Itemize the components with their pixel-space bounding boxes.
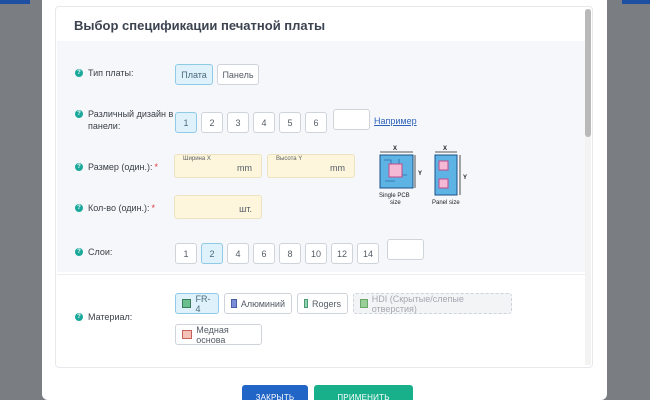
width-x-input[interactable]: Ширина X mm	[174, 154, 262, 178]
designs-option-4[interactable]: 4	[253, 112, 275, 133]
panel-x-label: X	[443, 146, 447, 152]
height-y-tag: Высота Y	[276, 156, 303, 162]
help-icon[interactable]: ?	[75, 110, 83, 118]
spec-panel: Выбор спецификации печатной платы ? Тип …	[55, 6, 593, 368]
height-y-unit: mm	[330, 163, 345, 173]
aluminum-icon	[231, 299, 237, 308]
designs-label-line2: панели:	[88, 121, 121, 131]
designs-option-2[interactable]: 2	[201, 112, 223, 133]
layers-option-2[interactable]: 2	[201, 243, 223, 264]
required-mark: *	[151, 203, 156, 213]
material-option-fr4[interactable]: FR-4	[175, 293, 219, 314]
help-icon[interactable]: ?	[75, 163, 83, 171]
required-mark: *	[154, 162, 159, 172]
fr4-icon	[182, 299, 192, 308]
help-icon[interactable]: ?	[75, 313, 83, 321]
close-button[interactable]: ЗАКРЫТЬ	[242, 385, 308, 400]
hdi-icon	[360, 299, 368, 308]
panel-chip-icon-1	[438, 160, 449, 171]
help-icon[interactable]: ?	[75, 69, 83, 77]
height-y-input[interactable]: Высота Y mm	[267, 154, 355, 178]
copper-icon	[182, 330, 193, 339]
board-type-option-panel[interactable]: Панель	[217, 64, 259, 85]
single-caption-2: size	[390, 200, 401, 206]
header-bar-left	[0, 0, 30, 4]
designs-label-line1: Различный дизайн в	[88, 109, 174, 119]
layers-option-4[interactable]: 4	[227, 243, 249, 264]
board-type-option-board[interactable]: Плата	[175, 64, 213, 85]
material-option-hdi[interactable]: HDI (Скрытые/слепые отверстия)	[353, 293, 512, 314]
layers-option-8[interactable]: 8	[279, 243, 301, 264]
width-x-unit: mm	[237, 163, 252, 173]
panel-y-label: Y	[463, 175, 467, 181]
designs-example-link[interactable]: Например	[374, 116, 417, 126]
pcb-size-diagram: X Y Single PCB size X Y Panel size	[379, 146, 467, 206]
modal-dialog: Выбор спецификации печатной платы ? Тип …	[42, 0, 607, 400]
single-y-label: Y	[418, 171, 422, 177]
layers-label: ? Слои:	[75, 246, 112, 258]
quantity-unit: шт.	[239, 204, 252, 214]
designs-custom-input[interactable]	[333, 109, 370, 130]
panel-title: Выбор спецификации печатной платы	[74, 18, 326, 33]
quantity-label: ? Кол-во (один.): *	[75, 202, 155, 214]
material-option-aluminum[interactable]: Алюминий	[224, 293, 292, 314]
help-icon[interactable]: ?	[75, 204, 83, 212]
designs-label: ? Различный дизайн в панели:	[75, 108, 173, 132]
layers-custom-input[interactable]	[387, 239, 424, 260]
apply-button[interactable]: ПРИМЕНИТЬ	[314, 385, 413, 400]
layers-option-12[interactable]: 12	[331, 243, 353, 264]
designs-option-5[interactable]: 5	[279, 112, 301, 133]
material-option-rogers[interactable]: Rogers	[297, 293, 348, 314]
material-option-copper[interactable]: Медная основа	[175, 324, 262, 345]
spec-section-material: ? Материал: FR-4 Алюминий Rogers HDI (Ск…	[57, 274, 585, 367]
rogers-icon	[304, 299, 308, 308]
panel-caption: Panel size	[432, 200, 460, 206]
quantity-input[interactable]: шт.	[174, 195, 262, 219]
designs-option-6[interactable]: 6	[305, 112, 327, 133]
layers-option-10[interactable]: 10	[305, 243, 327, 264]
panel-chip-icon-2	[438, 178, 449, 189]
header-bar-right	[622, 0, 650, 4]
spec-section-main: ? Тип платы: Плата Панель ? Различный ди…	[57, 41, 585, 272]
layers-option-14[interactable]: 14	[357, 243, 379, 264]
single-x-label: X	[393, 146, 397, 152]
material-label: ? Материал:	[75, 311, 132, 323]
width-x-tag: Ширина X	[183, 156, 211, 162]
single-chip-icon	[388, 163, 403, 178]
designs-option-1[interactable]: 1	[175, 112, 197, 133]
scrollbar-thumb[interactable]	[585, 9, 591, 137]
designs-option-3[interactable]: 3	[227, 112, 249, 133]
layers-option-6[interactable]: 6	[253, 243, 275, 264]
single-caption-1: Single PCB	[379, 193, 410, 199]
layers-option-1[interactable]: 1	[175, 243, 197, 264]
size-label: ? Размер (один.): *	[75, 161, 158, 173]
board-type-label: ? Тип платы:	[75, 67, 134, 79]
help-icon[interactable]: ?	[75, 248, 83, 256]
